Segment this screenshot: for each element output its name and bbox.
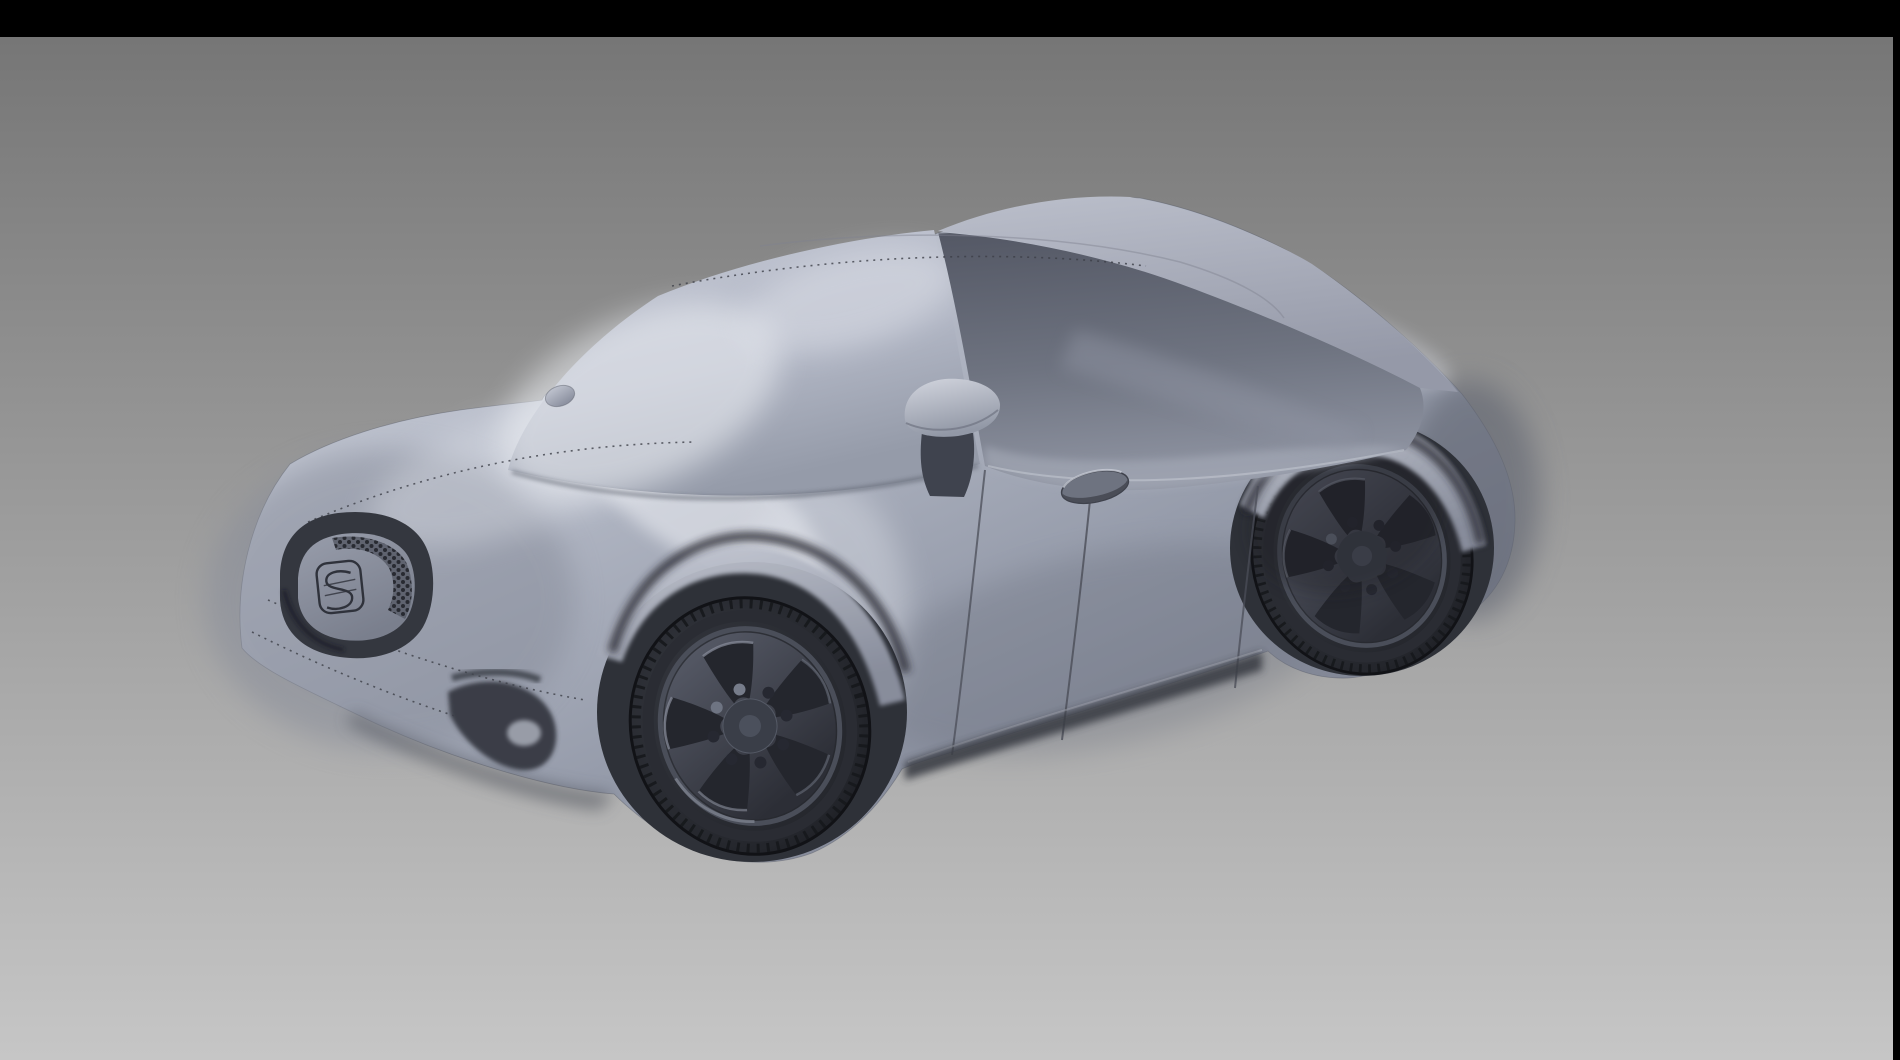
front-grille [280,512,433,658]
fog-lamp [507,720,541,746]
viewport-canvas[interactable] [0,0,1900,1060]
top-bar [0,0,1900,37]
app-window [0,0,1900,1060]
right-edge-bar [1893,0,1900,1060]
